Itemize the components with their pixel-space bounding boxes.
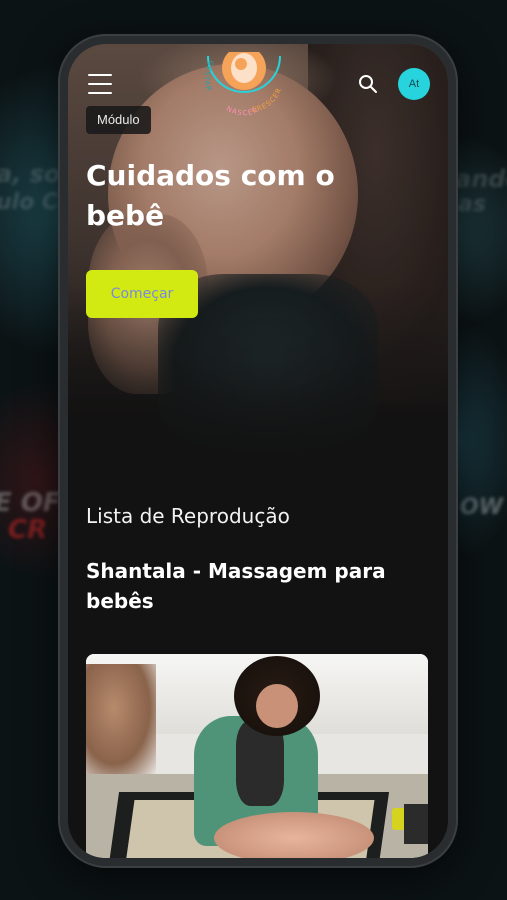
user-avatar[interactable]: At [398, 68, 430, 100]
background-text: OW [460, 495, 503, 520]
start-button[interactable]: Começar [86, 270, 198, 318]
module-title: Cuidados com o bebê [86, 159, 335, 232]
background-text: ando [455, 165, 507, 193]
background-text: CR [8, 515, 48, 545]
search-icon[interactable] [358, 74, 378, 94]
course-title: Shantala - Massagem para bebês [86, 559, 386, 613]
video-thumbnail[interactable] [86, 654, 428, 858]
playlist-heading: Lista de Reprodução [86, 504, 290, 528]
hamburger-menu-icon[interactable] [88, 74, 112, 94]
background-text: as [458, 192, 486, 217]
phone-frame: GESTAR NASCER CRESCER At Módulo Cuidados… [60, 36, 456, 866]
app-screen: GESTAR NASCER CRESCER At Módulo Cuidados… [68, 44, 448, 858]
logo: GESTAR NASCER CRESCER [203, 52, 283, 117]
module-badge: Módulo [86, 106, 151, 134]
background-text: E OF [0, 488, 61, 518]
